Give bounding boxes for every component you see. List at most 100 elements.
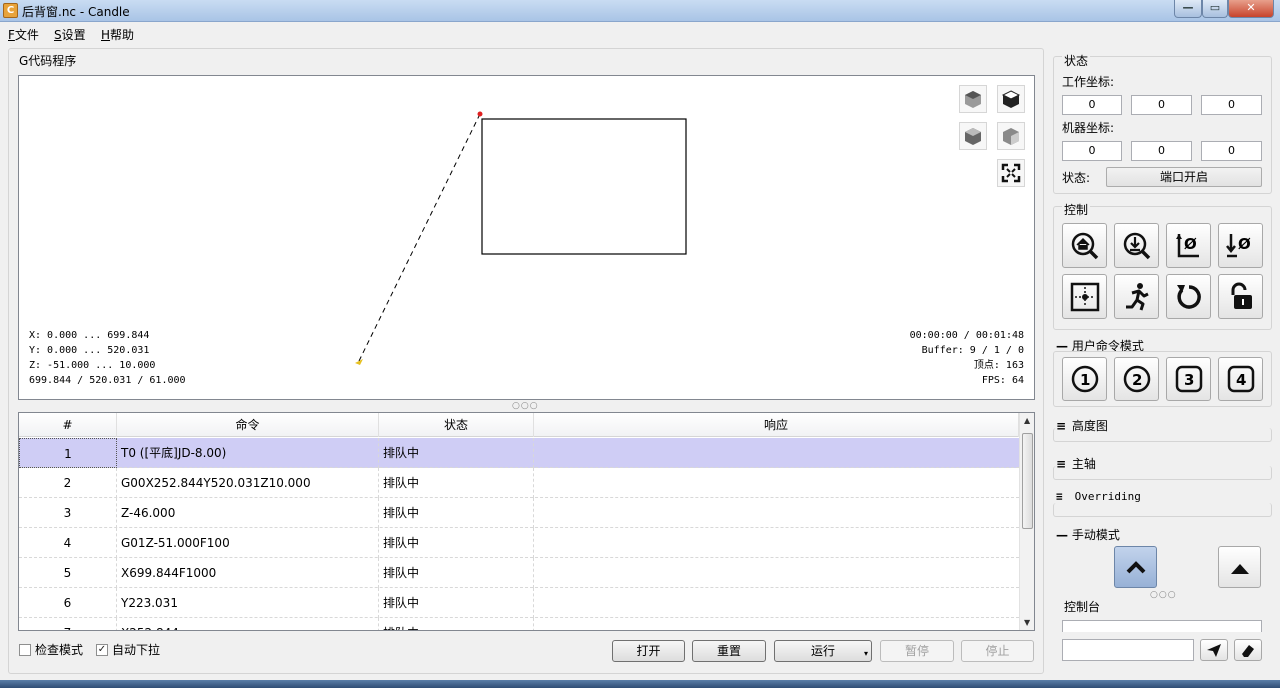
check-mode-checkbox[interactable]: 检查模式 <box>19 643 83 659</box>
menu-settings[interactable]: S设置 <box>54 26 86 43</box>
user-command-2-label: 2 <box>1132 371 1142 389</box>
work-y-field[interactable]: 0 <box>1131 95 1192 115</box>
fps-text: FPS: 64 <box>981 375 1024 386</box>
table-row[interactable]: 1 T0 ([平底]JD-8.00) 排队中 <box>19 438 1019 468</box>
jog-y-plus-button[interactable] <box>1114 546 1157 588</box>
collapse-icon[interactable]: — <box>1056 528 1068 542</box>
clear-button[interactable] <box>1234 639 1262 661</box>
minimize-button[interactable]: — <box>1174 0 1202 18</box>
expand-icon[interactable]: ≡ <box>1056 490 1068 503</box>
spindle-header[interactable]: ≡ 主轴 <box>1056 455 1274 472</box>
auto-scroll-box[interactable]: ✓ <box>96 643 108 656</box>
table-row[interactable]: 6 Y223.031 排队中 <box>19 588 1019 618</box>
machine-y-field[interactable]: 0 <box>1131 141 1192 161</box>
status-title: 状态 <box>1062 52 1091 69</box>
close-button[interactable]: ✕ <box>1228 0 1274 18</box>
user-command-3-button[interactable]: 3 <box>1166 357 1211 401</box>
col-response[interactable]: 响应 <box>534 413 1019 437</box>
menu-file[interactable]: F文件 <box>8 26 39 43</box>
eraser-icon <box>1242 645 1254 657</box>
col-command[interactable]: 命令 <box>117 413 379 437</box>
pause-button[interactable]: 暂停 <box>880 640 954 662</box>
table-scrollbar[interactable]: ▲ ▼ <box>1019 413 1034 630</box>
col-num[interactable]: # <box>19 413 117 437</box>
row-num: 7 <box>19 618 117 630</box>
zero-xy-icon: Ø <box>1176 234 1199 258</box>
left-view-icon[interactable] <box>997 122 1025 150</box>
user-command-2-button[interactable]: 2 <box>1114 357 1159 401</box>
row-status: 排队中 <box>379 618 534 630</box>
menu-file-label: 文件 <box>14 28 39 42</box>
unlock-button[interactable] <box>1218 274 1263 319</box>
auto-scroll-label: 自动下拉 <box>112 643 161 657</box>
overriding-header[interactable]: ≡ Overriding <box>1056 490 1274 503</box>
check-mode-label: 检查模式 <box>35 643 84 657</box>
send-button[interactable] <box>1200 639 1228 661</box>
expand-icon[interactable]: ≡ <box>1056 457 1068 471</box>
scroll-up-icon[interactable]: ▲ <box>1024 416 1030 425</box>
toolpath-viewport[interactable]: X: 0.000 ... 699.844 Y: 0.000 ... 520.031… <box>18 75 1035 400</box>
tool-position-marker <box>477 111 483 117</box>
heightmap-title: 高度图 <box>1071 419 1108 433</box>
auto-scroll-checkbox[interactable]: ✓ 自动下拉 <box>96 643 160 659</box>
col-status[interactable]: 状态 <box>379 413 534 437</box>
row-num: 5 <box>19 558 117 588</box>
run-dropdown-icon[interactable]: ▾ <box>864 644 868 664</box>
menu-file-key: F <box>8 28 15 42</box>
safe-position-button[interactable] <box>1062 274 1107 319</box>
heightmap-header[interactable]: ≡ 高度图 <box>1056 417 1274 434</box>
spindle-title: 主轴 <box>1071 457 1096 471</box>
work-z-field[interactable]: 0 <box>1201 95 1262 115</box>
row-command: G01Z-51.000F100 <box>117 528 379 558</box>
row-status: 排队中 <box>379 588 534 618</box>
console-output[interactable] <box>1062 620 1262 632</box>
reset-button[interactable]: 重置 <box>692 640 766 662</box>
table-row[interactable]: 3 Z-46.000 排队中 <box>19 498 1019 528</box>
machine-x-field[interactable]: 0 <box>1062 141 1122 161</box>
work-x-field[interactable]: 0 <box>1062 95 1122 115</box>
jog-z-plus-button[interactable] <box>1218 546 1261 588</box>
expand-icon[interactable]: ≡ <box>1056 419 1068 433</box>
open-button[interactable]: 打开 <box>612 640 685 662</box>
home-button[interactable] <box>1062 223 1107 268</box>
iso-view-icon[interactable] <box>959 85 987 113</box>
top-view-icon[interactable] <box>997 85 1025 113</box>
reset-device-button[interactable] <box>1166 274 1211 319</box>
viewport-splitter[interactable]: ○○○ <box>512 401 539 411</box>
row-response <box>534 618 1019 630</box>
row-command: Y223.031 <box>117 588 379 618</box>
run-button[interactable]: 运行 ▾ <box>774 640 872 662</box>
table-row[interactable]: 5 X699.844F1000 排队中 <box>19 558 1019 588</box>
run-man-button[interactable] <box>1114 274 1159 319</box>
scroll-down-icon[interactable]: ▼ <box>1024 618 1030 627</box>
probe-button[interactable] <box>1114 223 1159 268</box>
overriding-groupbox <box>1053 503 1272 517</box>
maximize-button[interactable]: ▭ <box>1202 0 1228 18</box>
row-num: 2 <box>19 468 117 498</box>
scroll-thumb[interactable] <box>1022 433 1033 529</box>
console-input[interactable] <box>1062 639 1194 661</box>
user-command-4-button[interactable]: 4 <box>1218 357 1263 401</box>
user-command-1-label: 1 <box>1080 371 1090 389</box>
menu-help[interactable]: H帮助 <box>101 26 134 43</box>
front-view-icon[interactable] <box>959 122 987 150</box>
bounds-readout: X: 0.000 ... 699.844 Y: 0.000 ... 520.031… <box>29 328 186 388</box>
gcode-table[interactable]: # 命令 状态 响应 1 T0 ([平底]JD-8.00) 排队中 2 G00X… <box>18 412 1035 631</box>
jog-title: 手动模式 <box>1071 528 1120 542</box>
rapid-move-line <box>358 113 481 362</box>
taskbar <box>0 680 1280 688</box>
stats-readout: 00:00:00 / 00:01:48 Buffer: 9 / 1 / 0 顶点: … <box>910 328 1024 388</box>
user-command-1-button[interactable]: 1 <box>1062 357 1107 401</box>
zero-z-button[interactable]: Ø <box>1218 223 1263 268</box>
machine-z-field[interactable]: 0 <box>1201 141 1262 161</box>
zero-xy-button[interactable]: Ø <box>1166 223 1211 268</box>
console-splitter[interactable]: ○○○ <box>1150 590 1177 600</box>
check-mode-box[interactable] <box>19 643 31 656</box>
table-row[interactable]: 2 G00X252.844Y520.031Z10.000 排队中 <box>19 468 1019 498</box>
table-row[interactable]: 4 G01Z-51.000F100 排队中 <box>19 528 1019 558</box>
table-row[interactable]: 7 X252.844 排队中 <box>19 618 1019 630</box>
buffer-text: Buffer: 9 / 1 / 0 <box>921 345 1024 356</box>
fit-view-icon[interactable] <box>997 159 1025 187</box>
jog-header[interactable]: — 手动模式 <box>1056 526 1274 543</box>
stop-button[interactable]: 停止 <box>961 640 1034 662</box>
